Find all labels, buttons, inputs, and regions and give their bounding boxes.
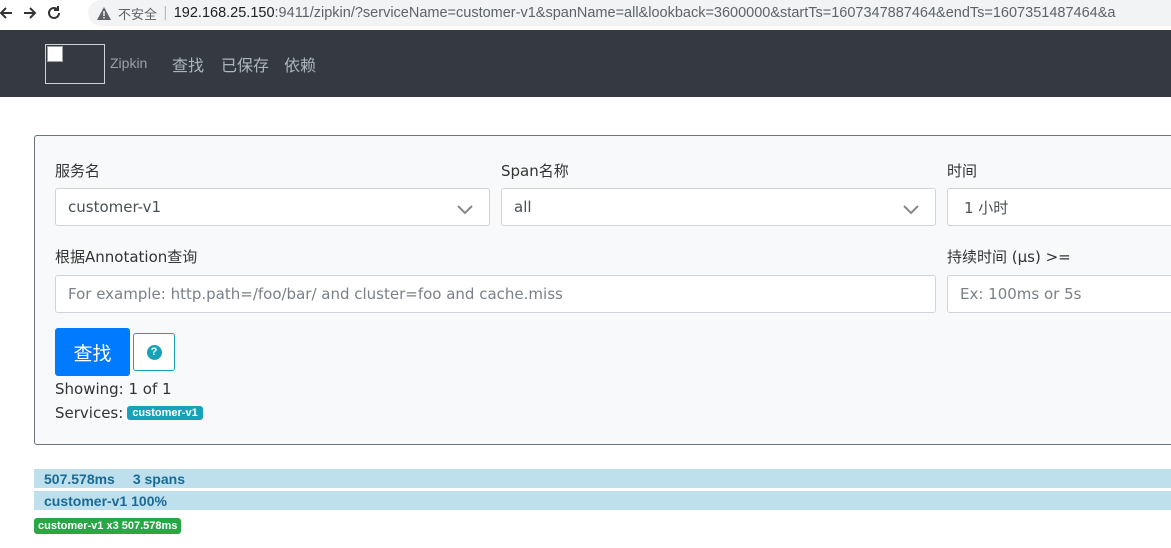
url-host: 192.168.25.150 bbox=[173, 5, 275, 21]
time-label: 时间 bbox=[947, 162, 978, 180]
service-select[interactable]: customer-v1 bbox=[55, 188, 490, 226]
service-label: 服务名 bbox=[55, 162, 101, 180]
forward-arrow-icon[interactable] bbox=[18, 1, 42, 25]
url-path: :9411/zipkin/?serviceName=customer-v1&sp… bbox=[274, 5, 1116, 21]
showing-count: Showing: 1 of 1 bbox=[55, 380, 172, 398]
service-filter-badge[interactable]: customer-v1 bbox=[127, 406, 203, 420]
time-select-value: 1 小时 bbox=[964, 198, 1009, 217]
service-duration-badge: customer-v1 x3 507.578ms bbox=[34, 518, 182, 534]
min-duration-input[interactable]: Ex: 100ms or 5s bbox=[947, 275, 1171, 313]
services-summary: Services: customer-v1 bbox=[55, 404, 203, 422]
time-select[interactable]: 1 小时 bbox=[947, 188, 1171, 226]
nav-link-saved[interactable]: 已保存 bbox=[221, 52, 269, 76]
brand-name[interactable]: Zipkin bbox=[110, 55, 147, 71]
annotation-label: 根据Annotation查询 bbox=[55, 248, 198, 266]
reload-icon[interactable] bbox=[42, 1, 66, 25]
trace-service-percent: customer-v1 100% bbox=[44, 492, 167, 509]
insecure-label: 不安全 bbox=[118, 7, 158, 23]
trace-duration: 507.578ms bbox=[44, 470, 115, 487]
span-name-label: Span名称 bbox=[501, 162, 569, 180]
chevron-down-icon bbox=[903, 201, 919, 219]
span-name-select[interactable]: all bbox=[501, 188, 936, 226]
trace-summary-bar[interactable]: 507.578ms 3 spans bbox=[34, 469, 1171, 488]
trace-span-count: 3 spans bbox=[132, 470, 185, 487]
broken-image-icon bbox=[47, 46, 63, 62]
address-separator: | bbox=[163, 5, 168, 21]
annotation-query-input[interactable]: For example: http.path=/foo/bar/ and clu… bbox=[55, 275, 936, 313]
span-name-select-value: all bbox=[514, 198, 532, 216]
nav-link-find[interactable]: 查找 bbox=[172, 52, 204, 76]
browser-toolbar: 不安全 | 192.168.25.150:9411/zipkin/?servic… bbox=[0, 0, 1171, 26]
back-arrow-icon[interactable] bbox=[0, 1, 18, 25]
trace-service-bar[interactable]: customer-v1 100% bbox=[34, 491, 1171, 510]
duration-placeholder: Ex: 100ms or 5s bbox=[960, 285, 1082, 303]
nav-link-dependencies[interactable]: 依赖 bbox=[284, 52, 316, 76]
duration-label: 持续时间 (μs) >= bbox=[947, 248, 1071, 266]
address-bar[interactable]: 不安全 | 192.168.25.150:9411/zipkin/?servic… bbox=[88, 0, 1171, 26]
warning-icon bbox=[96, 5, 112, 21]
service-select-value: customer-v1 bbox=[68, 198, 162, 216]
logo-image[interactable] bbox=[45, 44, 105, 84]
app-navbar: Zipkin 查找 已保存 依赖 bbox=[0, 30, 1171, 97]
search-panel: 服务名 customer-v1 Span名称 all 时间 1 小时 根据Ann… bbox=[34, 135, 1171, 445]
help-button[interactable]: ? bbox=[133, 333, 175, 371]
question-circle-icon: ? bbox=[146, 344, 162, 360]
chevron-down-icon bbox=[457, 201, 473, 219]
annotation-placeholder: For example: http.path=/foo/bar/ and clu… bbox=[68, 285, 563, 303]
services-label: Services: bbox=[55, 404, 124, 422]
find-button[interactable]: 查找 bbox=[55, 328, 130, 376]
